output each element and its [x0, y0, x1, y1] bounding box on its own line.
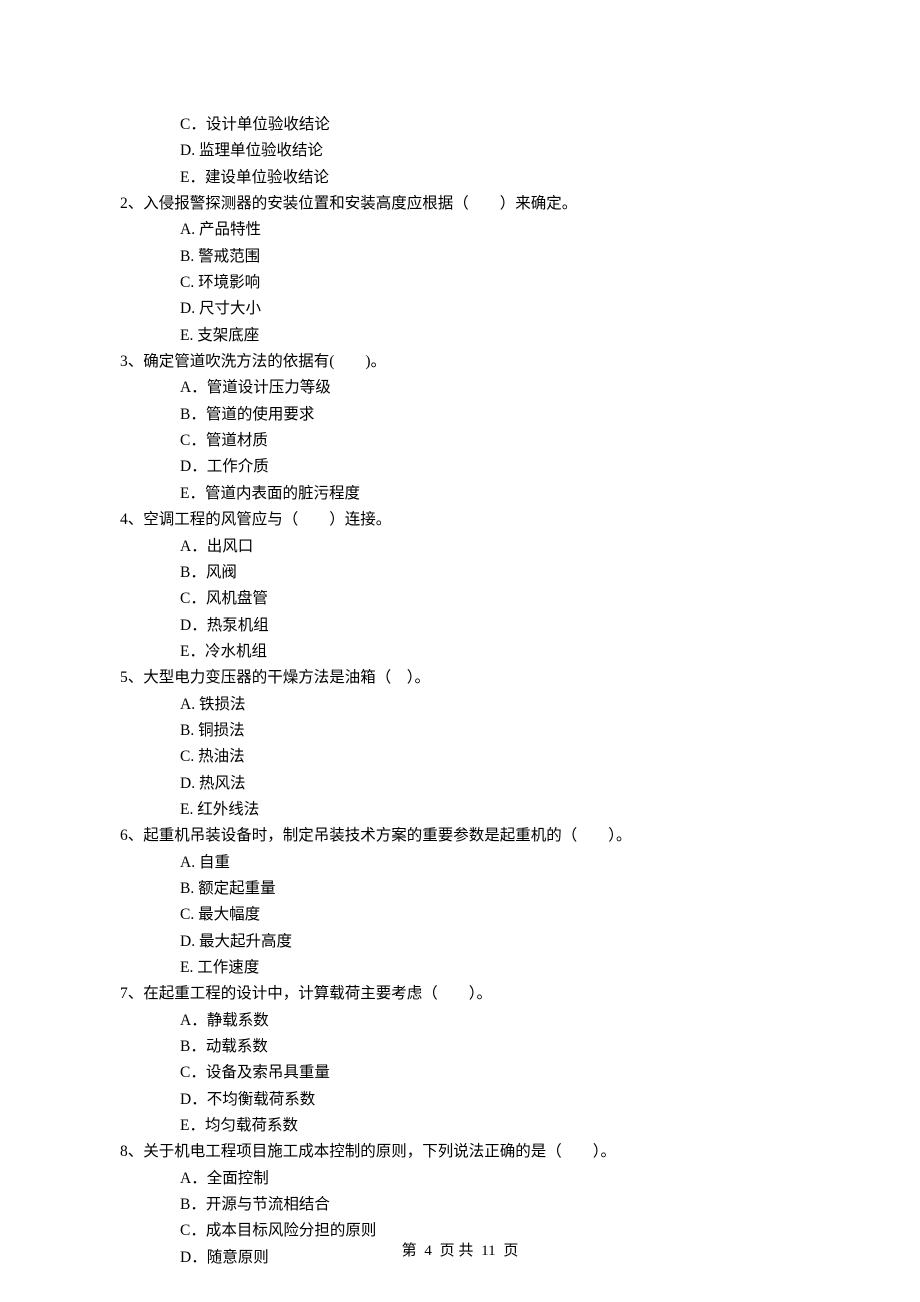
option-text: C．风机盘管 — [180, 586, 800, 612]
page: C．设计单位验收结论 D. 监理单位验收结论 E．建设单位验收结论 2、入侵报警… — [0, 0, 920, 1302]
question-5: 5、大型电力变压器的干燥方法是油箱（ ）。 A. 铁损法 B. 铜损法 C. 热… — [120, 665, 800, 823]
option-text: D. 监理单位验收结论 — [180, 138, 800, 164]
option-text: B．管道的使用要求 — [180, 402, 800, 428]
question-stem: 5、大型电力变压器的干燥方法是油箱（ ）。 — [120, 665, 800, 691]
question-stem: 7、在起重工程的设计中，计算载荷主要考虑（ ）。 — [120, 981, 800, 1007]
option-text: E．建设单位验收结论 — [180, 165, 800, 191]
option-group: A. 铁损法 B. 铜损法 C. 热油法 D. 热风法 E. 红外线法 — [180, 692, 800, 824]
footer-mid: 页 共 — [440, 1243, 474, 1259]
option-text: C．管道材质 — [180, 428, 800, 454]
option-text: E．均匀载荷系数 — [180, 1113, 800, 1139]
option-group: A．出风口 B．风阀 C．风机盘管 D．热泵机组 E．冷水机组 — [180, 534, 800, 666]
option-text: A．静载系数 — [180, 1008, 800, 1034]
option-group: A. 产品特性 B. 警戒范围 C. 环境影响 D. 尺寸大小 E. 支架底座 — [180, 217, 800, 349]
option-text: A．出风口 — [180, 534, 800, 560]
option-text: B. 铜损法 — [180, 718, 800, 744]
option-text: C. 最大幅度 — [180, 902, 800, 928]
question-6: 6、起重机吊装设备时，制定吊装技术方案的重要参数是起重机的（ ）。 A. 自重 … — [120, 823, 800, 981]
option-text: B．风阀 — [180, 560, 800, 586]
question-7: 7、在起重工程的设计中，计算载荷主要考虑（ ）。 A．静载系数 B．动载系数 C… — [120, 981, 800, 1139]
footer-total-pages: 11 — [481, 1243, 495, 1259]
option-text: B．动载系数 — [180, 1034, 800, 1060]
option-text: D. 尺寸大小 — [180, 296, 800, 322]
question-stem: 3、确定管道吹洗方法的依据有( )。 — [120, 349, 800, 375]
option-text: C. 热油法 — [180, 744, 800, 770]
option-text: C．设计单位验收结论 — [180, 112, 800, 138]
option-text: E. 红外线法 — [180, 797, 800, 823]
option-text: E．管道内表面的脏污程度 — [180, 481, 800, 507]
orphan-option-group: C．设计单位验收结论 D. 监理单位验收结论 E．建设单位验收结论 — [180, 112, 800, 191]
option-text: A. 产品特性 — [180, 217, 800, 243]
option-text: E. 支架底座 — [180, 323, 800, 349]
option-group: A．静载系数 B．动载系数 C．设备及索吊具重量 D．不均衡载荷系数 E．均匀载… — [180, 1008, 800, 1140]
question-3: 3、确定管道吹洗方法的依据有( )。 A．管道设计压力等级 B．管道的使用要求 … — [120, 349, 800, 507]
option-text: A．管道设计压力等级 — [180, 375, 800, 401]
footer-prefix: 第 — [402, 1243, 417, 1259]
option-text: D．工作介质 — [180, 454, 800, 480]
option-text: C．设备及索吊具重量 — [180, 1060, 800, 1086]
option-text: A. 铁损法 — [180, 692, 800, 718]
option-group: A. 自重 B. 额定起重量 C. 最大幅度 D. 最大起升高度 E. 工作速度 — [180, 850, 800, 982]
option-group: A．管道设计压力等级 B．管道的使用要求 C．管道材质 D．工作介质 E．管道内… — [180, 375, 800, 507]
option-text: D. 热风法 — [180, 771, 800, 797]
question-4: 4、空调工程的风管应与（ ）连接。 A．出风口 B．风阀 C．风机盘管 D．热泵… — [120, 507, 800, 665]
option-text: D. 最大起升高度 — [180, 929, 800, 955]
option-text: C. 环境影响 — [180, 270, 800, 296]
option-text: E．冷水机组 — [180, 639, 800, 665]
question-stem: 4、空调工程的风管应与（ ）连接。 — [120, 507, 800, 533]
option-text: D．热泵机组 — [180, 613, 800, 639]
question-stem: 2、入侵报警探测器的安装位置和安装高度应根据（ ）来确定。 — [120, 191, 800, 217]
option-text: D．不均衡载荷系数 — [180, 1087, 800, 1113]
question-stem: 6、起重机吊装设备时，制定吊装技术方案的重要参数是起重机的（ ）。 — [120, 823, 800, 849]
option-text: B. 警戒范围 — [180, 244, 800, 270]
option-text: E. 工作速度 — [180, 955, 800, 981]
footer-suffix: 页 — [503, 1243, 518, 1259]
footer-page-number: 4 — [424, 1243, 432, 1259]
question-2: 2、入侵报警探测器的安装位置和安装高度应根据（ ）来确定。 A. 产品特性 B.… — [120, 191, 800, 349]
option-text: A．全面控制 — [180, 1166, 800, 1192]
option-text: B．开源与节流相结合 — [180, 1192, 800, 1218]
page-footer: 第 4 页 共 11 页 — [0, 1239, 920, 1265]
option-text: A. 自重 — [180, 850, 800, 876]
option-text: B. 额定起重量 — [180, 876, 800, 902]
question-stem: 8、关于机电工程项目施工成本控制的原则，下列说法正确的是（ ）。 — [120, 1139, 800, 1165]
